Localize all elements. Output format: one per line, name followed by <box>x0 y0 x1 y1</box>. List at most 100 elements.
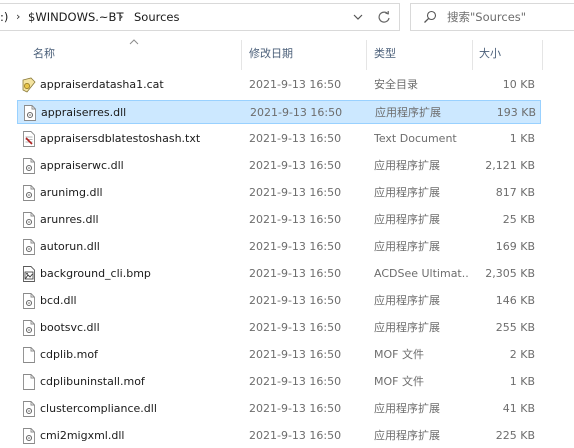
file-type: 应用程序扩展 <box>374 186 440 199</box>
file-type: 安全目录 <box>374 78 418 91</box>
file-size: 1 KB <box>509 132 535 145</box>
file-size: 10 KB <box>502 78 535 91</box>
search-icon <box>424 10 437 23</box>
image-file-icon <box>22 266 36 282</box>
file-size: 255 KB <box>495 321 535 334</box>
file-type: ACDSee Ultimat... <box>374 267 468 280</box>
address-bar[interactable]: :) › $WINDOWS.~BT › Sources <box>0 3 400 31</box>
file-type: 应用程序扩展 <box>374 321 440 334</box>
file-date: 2021-9-13 16:50 <box>249 159 342 172</box>
file-row[interactable]: cdplibuninstall.mof 2021-9-13 16:50 MOF … <box>17 370 541 394</box>
column-header-row: 名称 修改日期 类型 大小 <box>0 36 574 70</box>
file-name: bootsvc.dll <box>40 321 100 334</box>
dll-file-icon <box>22 401 36 417</box>
dll-file-icon <box>22 293 36 309</box>
file-name: appraisersdblatestoshash.txt <box>40 132 201 145</box>
file-row-selected[interactable]: appraiserres.dll 2021-9-13 16:50 应用程序扩展 … <box>17 100 541 124</box>
file-date: 2021-9-13 16:50 <box>249 267 342 280</box>
file-type: 应用程序扩展 <box>374 294 440 307</box>
file-date: 2021-9-13 16:50 <box>250 106 343 119</box>
file-type: MOF 文件 <box>374 348 424 361</box>
column-header-type[interactable]: 类型 <box>374 36 396 70</box>
file-date: 2021-9-13 16:50 <box>249 321 342 334</box>
dll-file-icon <box>22 320 36 336</box>
dll-file-icon <box>22 158 36 174</box>
column-header-name[interactable]: 名称 <box>33 36 55 70</box>
file-date: 2021-9-13 16:50 <box>249 78 342 91</box>
file-name: arunimg.dll <box>40 186 103 199</box>
dll-file-icon <box>23 105 37 121</box>
file-row[interactable]: cmi2migxml.dll 2021-9-13 16:50 应用程序扩展 22… <box>17 424 541 448</box>
file-size: 225 KB <box>495 429 535 442</box>
breadcrumb-drive[interactable]: :) <box>0 4 8 30</box>
file-name: clustercompliance.dll <box>40 402 157 415</box>
breadcrumb-sources[interactable]: Sources <box>134 4 180 30</box>
column-header-date[interactable]: 修改日期 <box>249 36 293 70</box>
file-name: appraiserwc.dll <box>40 159 124 172</box>
navigation-bar: :) › $WINDOWS.~BT › Sources 搜索"Sources" <box>0 0 574 36</box>
file-row[interactable]: appraiserdatasha1.cat 2021-9-13 16:50 安全… <box>17 73 541 97</box>
file-size: 2,121 KB <box>485 159 535 172</box>
address-history-dropdown[interactable] <box>349 4 367 30</box>
file-date: 2021-9-13 16:50 <box>249 402 342 415</box>
file-type: Text Document <box>374 132 457 145</box>
file-date: 2021-9-13 16:50 <box>249 186 342 199</box>
file-row[interactable]: background_cli.bmp 2021-9-13 16:50 ACDSe… <box>17 262 541 286</box>
file-row[interactable]: arunimg.dll 2021-9-13 16:50 应用程序扩展 817 K… <box>17 181 541 205</box>
file-name: appraiserdatasha1.cat <box>40 78 164 91</box>
blank-file-icon <box>22 347 36 363</box>
file-size: 817 KB <box>495 186 535 199</box>
file-size: 2,305 KB <box>485 267 535 280</box>
file-name: appraiserres.dll <box>41 106 127 119</box>
dll-file-icon <box>22 185 36 201</box>
file-date: 2021-9-13 16:50 <box>249 375 342 388</box>
breadcrumb-separator[interactable]: › <box>119 4 123 30</box>
column-divider[interactable] <box>542 40 543 70</box>
file-name: bcd.dll <box>40 294 77 307</box>
breadcrumb-windows-bt[interactable]: $WINDOWS.~BT <box>28 4 123 30</box>
file-row[interactable]: clustercompliance.dll 2021-9-13 16:50 应用… <box>17 397 541 421</box>
file-name: background_cli.bmp <box>40 267 151 280</box>
column-divider[interactable] <box>366 40 367 70</box>
file-date: 2021-9-13 16:50 <box>249 348 342 361</box>
file-type: 应用程序扩展 <box>375 106 441 119</box>
column-divider[interactable] <box>241 40 242 70</box>
file-size: 1 KB <box>509 375 535 388</box>
column-header-size[interactable]: 大小 <box>479 36 501 70</box>
chevron-down-icon <box>353 14 363 20</box>
file-row[interactable]: cdplib.mof 2021-9-13 16:50 MOF 文件 2 KB <box>17 343 541 367</box>
file-type: 应用程序扩展 <box>374 402 440 415</box>
file-date: 2021-9-13 16:50 <box>249 429 342 442</box>
text-file-icon <box>22 131 36 147</box>
file-row[interactable]: appraiserwc.dll 2021-9-13 16:50 应用程序扩展 2… <box>17 154 541 178</box>
file-date: 2021-9-13 16:50 <box>249 213 342 226</box>
dll-file-icon <box>22 212 36 228</box>
blank-file-icon <box>22 374 36 390</box>
sort-ascending-icon <box>129 39 139 45</box>
search-box[interactable]: 搜索"Sources" <box>410 3 574 31</box>
file-row[interactable]: bootsvc.dll 2021-9-13 16:50 应用程序扩展 255 K… <box>17 316 541 340</box>
dll-file-icon <box>22 239 36 255</box>
search-input[interactable]: 搜索"Sources" <box>447 4 526 30</box>
file-row[interactable]: autorun.dll 2021-9-13 16:50 应用程序扩展 169 K… <box>17 235 541 259</box>
file-size: 41 KB <box>502 402 535 415</box>
catalog-file-icon <box>22 77 36 93</box>
refresh-button[interactable] <box>373 4 395 30</box>
file-row[interactable]: bcd.dll 2021-9-13 16:50 应用程序扩展 146 KB <box>17 289 541 313</box>
file-row[interactable]: arunres.dll 2021-9-13 16:50 应用程序扩展 25 KB <box>17 208 541 232</box>
file-size: 2 KB <box>509 348 535 361</box>
file-row[interactable]: appraisersdblatestoshash.txt 2021-9-13 1… <box>17 127 541 151</box>
file-type: MOF 文件 <box>374 375 424 388</box>
file-date: 2021-9-13 16:50 <box>249 240 342 253</box>
file-type: 应用程序扩展 <box>374 213 440 226</box>
file-name: cdplibuninstall.mof <box>40 375 145 388</box>
file-size: 146 KB <box>495 294 535 307</box>
file-date: 2021-9-13 16:50 <box>249 132 342 145</box>
refresh-icon <box>378 10 390 23</box>
file-name: cdplib.mof <box>40 348 98 361</box>
dll-file-icon <box>22 428 36 444</box>
breadcrumb-separator[interactable]: › <box>16 4 20 30</box>
file-type: 应用程序扩展 <box>374 159 440 172</box>
column-divider[interactable] <box>472 40 473 70</box>
file-name: cmi2migxml.dll <box>40 429 125 442</box>
